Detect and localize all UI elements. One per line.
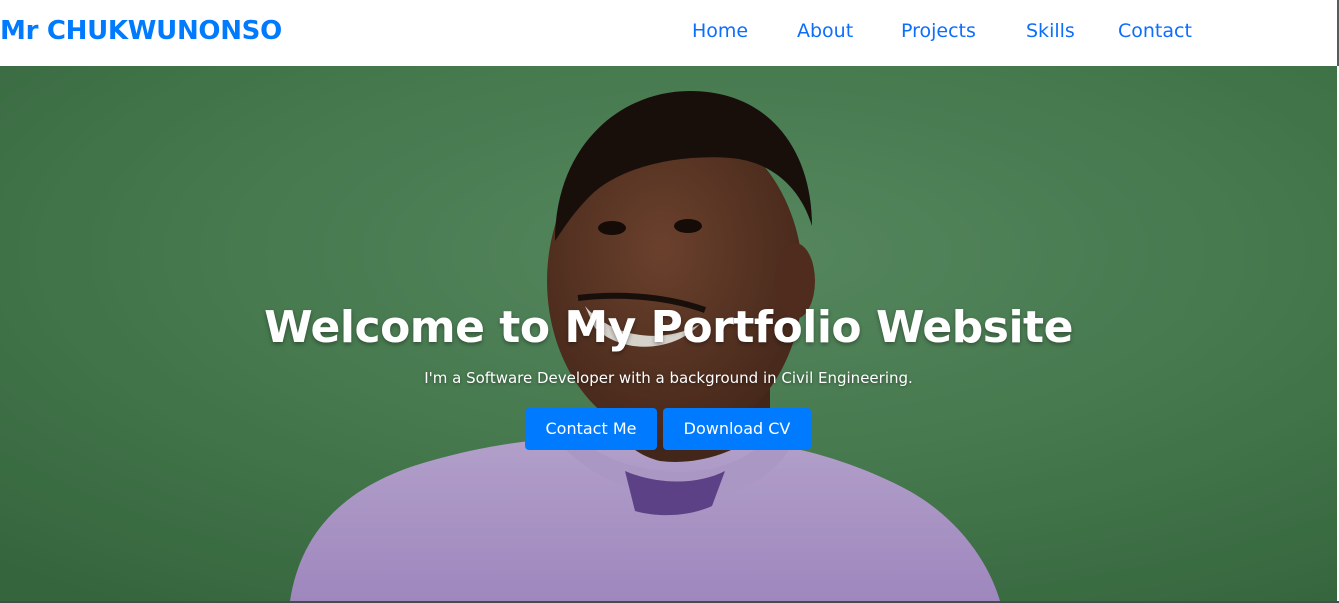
hero-title: Welcome to My Portfolio Website (264, 302, 1073, 353)
nav-link-skills[interactable]: Skills (1026, 18, 1075, 44)
download-cv-button[interactable]: Download CV (663, 408, 811, 450)
nav-link-projects[interactable]: Projects (901, 18, 976, 44)
nav-link-about[interactable]: About (797, 18, 853, 44)
nav-link-home[interactable]: Home (692, 18, 748, 44)
navbar: Mr CHUKWUNONSO Home About Projects Skill… (0, 0, 1339, 66)
hero-section: Welcome to My Portfolio Website I'm a So… (0, 66, 1337, 601)
contact-me-button[interactable]: Contact Me (525, 408, 657, 450)
nav-link-contact[interactable]: Contact (1118, 18, 1192, 44)
hero-subtitle: I'm a Software Developer with a backgrou… (424, 369, 913, 387)
site-brand[interactable]: Mr CHUKWUNONSO (0, 14, 282, 48)
